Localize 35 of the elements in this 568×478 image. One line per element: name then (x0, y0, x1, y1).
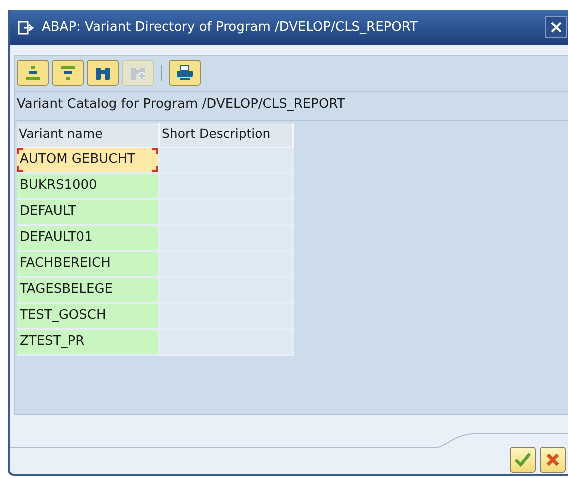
expand-icon (25, 64, 41, 80)
description-cell[interactable] (160, 330, 294, 356)
focus-corners-icon (17, 148, 158, 172)
cancel-button[interactable] (540, 447, 566, 473)
description-cell[interactable] (160, 304, 294, 330)
variant-name-cell[interactable]: AUTOM GEBUCHT (17, 148, 160, 174)
close-icon (550, 22, 562, 32)
description-cell[interactable] (160, 278, 294, 304)
expand-button[interactable] (17, 60, 49, 86)
description-cell[interactable] (160, 226, 294, 252)
catalog-title: Variant Catalog for Program /DVELOP/CLS_REPORT (16, 96, 346, 114)
variant-name-cell[interactable]: BUKRS1000 (17, 174, 160, 200)
printer-icon (176, 64, 194, 80)
collapse-button[interactable] (52, 60, 84, 86)
column-header[interactable]: Short Description (160, 122, 294, 148)
confirm-button[interactable] (510, 447, 536, 473)
window-icon (18, 20, 34, 34)
close-button[interactable] (545, 16, 567, 38)
window-title: ABAP: Variant Directory of Program /DVELOP/CLS_REPORT (42, 18, 418, 37)
collapse-icon (60, 64, 76, 80)
variant-name-cell[interactable]: DEFAULT (17, 200, 160, 226)
description-cell[interactable] (160, 148, 294, 174)
variant-name-cell[interactable]: DEFAULT01 (17, 226, 160, 252)
find-button[interactable] (87, 60, 119, 86)
variant-name-cell[interactable]: FACHBEREICH (17, 252, 160, 278)
description-cell[interactable] (160, 200, 294, 226)
variant-name-cell[interactable]: ZTEST_PR (17, 330, 160, 356)
description-cell[interactable] (160, 174, 294, 200)
variant-name-cell[interactable]: TEST_GOSCH (17, 304, 160, 330)
print-button[interactable] (169, 60, 201, 86)
close-icon (546, 453, 560, 467)
column-header[interactable]: Variant name (17, 122, 160, 148)
checkmark-icon (515, 453, 531, 467)
variant-name-cell[interactable]: TAGESBELEGE (17, 278, 160, 304)
description-cell[interactable] (160, 252, 294, 278)
